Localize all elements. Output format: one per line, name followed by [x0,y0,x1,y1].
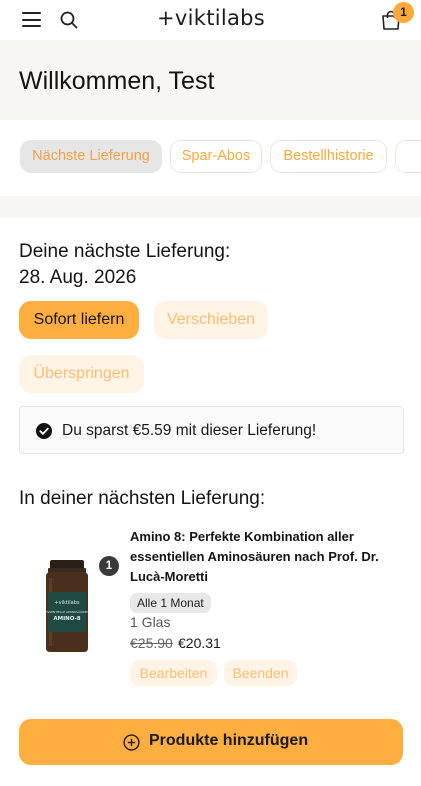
savings-text: Du sparst €5.59 mit dieser Lieferung! [62,422,317,439]
plus-circle-icon [123,734,140,751]
tab-subscriptions[interactable]: Spar-Abos [170,140,262,173]
next-delivery-heading: Deine nächste Lieferung: 28. Aug. 2026 [19,239,230,291]
delivery-interval-tag: Alle 1 Monat [130,593,211,613]
add-products-label: Produkte hinzufügen [149,732,309,749]
deliver-now-button[interactable]: Sofort liefern [19,301,139,339]
end-item-button[interactable]: Beenden [224,660,297,686]
product-image-amino-8[interactable]: +viktilabs ESSENTIELLE AMINOSÄUREN AMINO… [40,558,94,654]
price-original: €25.90 [130,635,173,651]
product-name[interactable]: Amino 8: Perfekte Kombination aller esse… [130,527,400,587]
delivery-items-heading: In deiner nächsten Lieferung: [19,488,266,509]
savings-notice: Du sparst €5.59 mit dieser Lieferung! [19,406,404,454]
cart-count-badge: 1 [393,2,414,23]
page-title: Willkommen, Test [19,67,215,95]
menu-icon[interactable] [22,12,41,27]
brand-logo[interactable]: +viktilabs [155,4,267,32]
price-discounted: €20.31 [178,635,221,651]
label-sub: ESSENTIELLE AMINOSÄUREN [45,609,88,614]
section-divider [0,196,421,218]
tab-more[interactable] [395,140,421,173]
product-unit: 1 Glas [130,614,171,630]
item-quantity-badge: 1 [99,556,119,576]
welcome-banner: Willkommen, Test [0,40,421,120]
tab-next-delivery[interactable]: Nächste Lieferung [20,140,162,173]
check-circle-icon [36,423,52,439]
edit-item-button[interactable]: Bearbeiten [130,660,217,686]
next-delivery-date: 28. Aug. 2026 [19,267,137,288]
tab-order-history[interactable]: Bestellhistorie [270,140,387,173]
account-tabs: Nächste Lieferung Spar-Abos Bestellhisto… [0,120,421,196]
skip-button[interactable]: Überspringen [19,355,144,393]
add-products-button[interactable]: Produkte hinzufügen [19,719,403,765]
postpone-button[interactable]: Verschieben [154,301,268,339]
next-delivery-label: Deine nächste Lieferung: [19,241,231,262]
label-product: AMINO-8 [53,616,80,622]
top-header: +viktilabs 1 [0,0,421,40]
search-icon[interactable] [59,10,79,30]
label-brand: +viktilabs [54,600,79,606]
